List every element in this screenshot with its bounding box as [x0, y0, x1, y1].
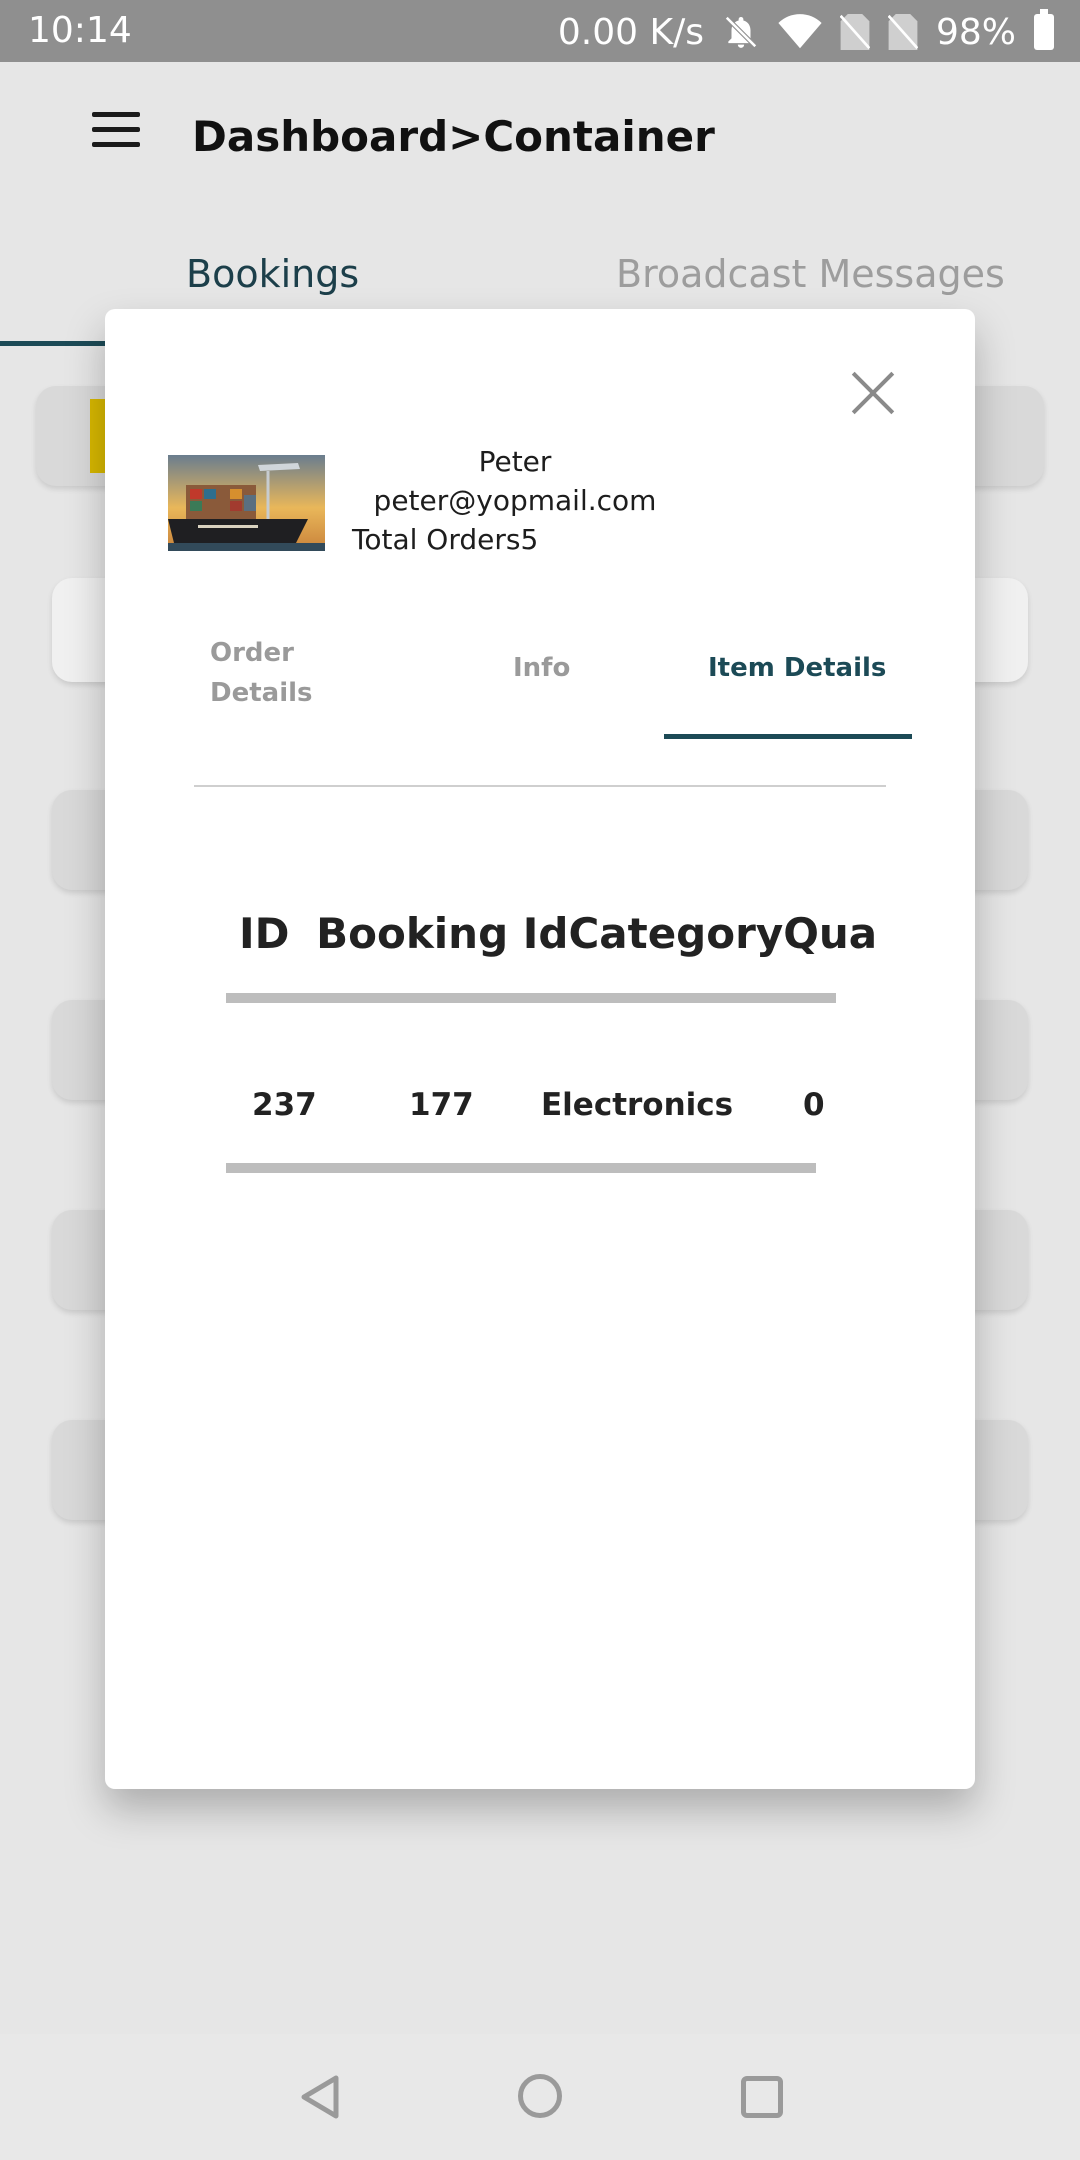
- table-divider: [226, 1163, 816, 1173]
- home-icon[interactable]: [518, 2074, 562, 2118]
- battery-percent: 98%: [935, 11, 1016, 53]
- status-icons: 0.00 K/s 98%: [557, 9, 1054, 54]
- back-icon[interactable]: [298, 2074, 342, 2120]
- status-time: 10:14: [28, 10, 132, 51]
- network-speed: 0.00 K/s: [557, 11, 704, 53]
- user-name: Peter: [478, 445, 552, 478]
- system-nav-bar: [0, 2034, 1080, 2160]
- tab-order-details[interactable]: Order Details: [210, 633, 330, 713]
- recents-icon[interactable]: [741, 2076, 783, 2118]
- tab-broadcast-messages[interactable]: Broadcast Messages: [616, 252, 1005, 296]
- no-sim-icon: [839, 14, 870, 50]
- battery-icon: [1034, 9, 1054, 50]
- total-orders: Total Orders5: [352, 523, 539, 556]
- no-sim-icon: [887, 14, 918, 50]
- close-icon[interactable]: [849, 369, 897, 417]
- status-bar: 10:14 0.00 K/s 98%: [0, 0, 1080, 62]
- table-header: ID Booking IdCategoryQuantity: [239, 909, 879, 958]
- column-header-booking-id: Booking Id: [316, 909, 569, 958]
- tab-info[interactable]: Info: [513, 653, 570, 683]
- tab-item-details[interactable]: Item Details: [708, 653, 886, 683]
- cell-category: Electronics: [541, 1087, 734, 1123]
- table-divider: [226, 993, 836, 1003]
- column-header-quantity: Quantity: [783, 909, 879, 958]
- cell-quantity: 0: [803, 1087, 825, 1123]
- tab-bookings[interactable]: Bookings: [186, 252, 359, 296]
- wifi-icon: [778, 14, 822, 49]
- cell-booking-id: 177: [409, 1087, 474, 1123]
- column-header-id: ID: [239, 909, 290, 958]
- cell-id: 237: [252, 1087, 317, 1123]
- user-email: peter@yopmail.com: [373, 484, 657, 517]
- page-title: Dashboard>Container: [192, 112, 715, 161]
- order-details-dialog: Peter peter@yopmail.com Total Orders5 Or…: [105, 309, 975, 1789]
- hamburger-icon[interactable]: [92, 112, 140, 148]
- container-ship-image: [168, 455, 325, 551]
- tab-divider: [194, 785, 886, 787]
- column-header-category: Category: [568, 909, 784, 958]
- tab-indicator: [664, 734, 912, 739]
- bell-off-icon: [725, 16, 757, 48]
